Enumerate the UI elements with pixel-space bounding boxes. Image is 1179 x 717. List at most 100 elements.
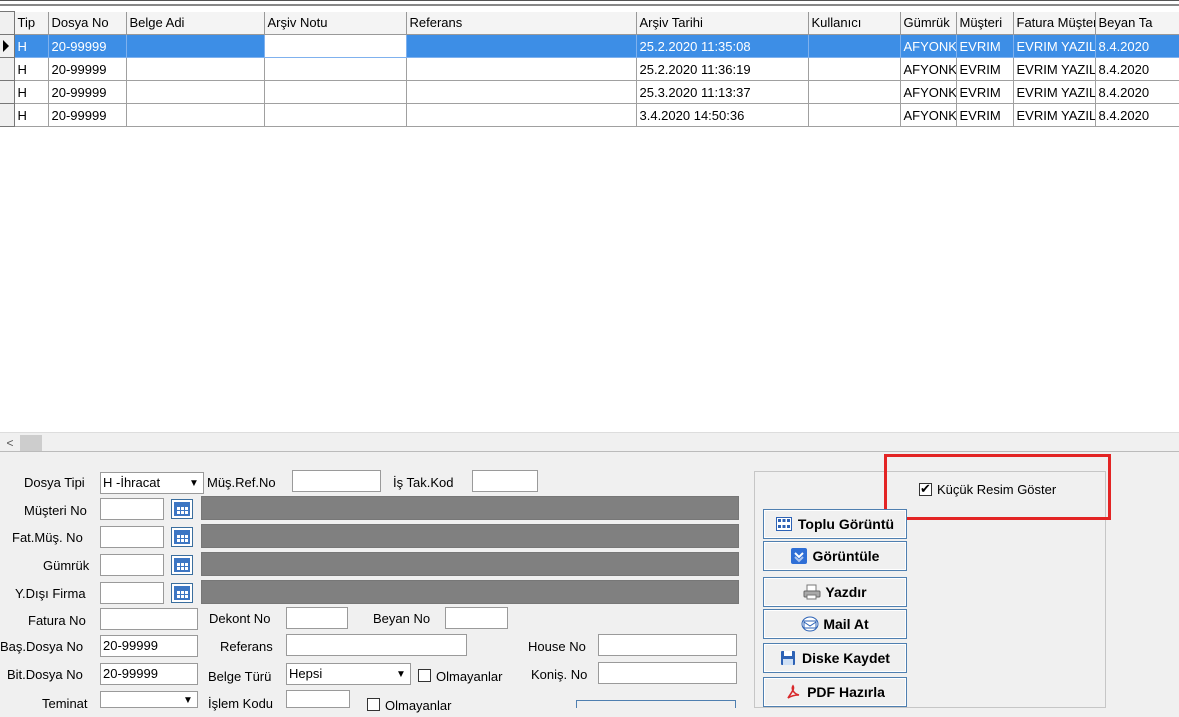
cell-arsiv-tarihi[interactable]: 25.2.2020 11:35:08 [635, 34, 809, 58]
column-header-arsiv-tarihi[interactable]: Arşiv Tarihi [635, 11, 809, 35]
goruntule-button[interactable]: Görüntüle [763, 541, 907, 571]
cell-dosya-no[interactable]: 20-99999 [47, 103, 127, 127]
column-header-musteri[interactable]: Müşteri [955, 11, 1014, 35]
grid-horizontal-scrollbar[interactable]: < [0, 432, 1179, 452]
column-header-dosya-no[interactable]: Dosya No [47, 11, 127, 35]
column-header-referans[interactable]: Referans [405, 11, 637, 35]
musteri-no-input[interactable] [100, 498, 164, 520]
archive-grid[interactable]: Tip Dosya No Belge Adi Arşiv Notu Refera… [0, 0, 1179, 432]
table-row[interactable]: H 20-99999 25.2.2020 11:35:08 AFYONK EVR… [0, 34, 1179, 58]
beyan-no-input[interactable] [445, 607, 508, 629]
scroll-left-arrow-icon[interactable]: < [2, 435, 18, 451]
pdf-hazirla-button[interactable]: PDF Hazırla [763, 677, 907, 707]
cell-arsiv-tarihi[interactable]: 3.4.2020 14:50:36 [635, 103, 809, 127]
yazdir-button[interactable]: Yazdır [763, 577, 907, 607]
mail-at-button[interactable]: Mail At [763, 609, 907, 639]
cell-musteri[interactable]: EVRIM [955, 103, 1014, 127]
chevron-down-icon [790, 545, 807, 564]
is-tak-kod-input[interactable] [472, 470, 538, 492]
cell-arsiv-notu[interactable] [263, 34, 407, 58]
cell-belge-adi[interactable] [125, 80, 265, 104]
cell-fatura-musteri[interactable]: EVRIM YAZIL [1012, 34, 1096, 58]
cell-arsiv-notu[interactable] [263, 80, 407, 104]
column-header-belge-adi[interactable]: Belge Adi [125, 11, 265, 35]
cell-belge-adi[interactable] [125, 34, 265, 58]
cell-arsiv-tarihi[interactable]: 25.3.2020 11:13:37 [635, 80, 809, 104]
cell-referans[interactable] [405, 34, 637, 58]
column-header-fatura-musteri[interactable]: Fatura Müşteri [1012, 11, 1096, 35]
cell-tip[interactable]: H [13, 57, 49, 81]
cell-arsiv-tarihi[interactable]: 25.2.2020 11:36:19 [635, 57, 809, 81]
cell-beyan-tarihi[interactable]: 8.4.2020 [1094, 34, 1179, 58]
cell-referans[interactable] [405, 103, 637, 127]
cell-gumruk[interactable]: AFYONK [899, 103, 957, 127]
table-row[interactable]: H 20-99999 25.2.2020 11:36:19 AFYONK EVR… [0, 57, 1179, 81]
cell-beyan-tarihi[interactable]: 8.4.2020 [1094, 57, 1179, 81]
mus-ref-no-label: Müş.Ref.No [207, 475, 276, 490]
olmayanlar-checkbox[interactable] [418, 669, 431, 682]
cell-referans[interactable] [405, 80, 637, 104]
cell-arsiv-notu[interactable] [263, 103, 407, 127]
cell-beyan-tarihi[interactable]: 8.4.2020 [1094, 103, 1179, 127]
mail-at-label: Mail At [823, 616, 869, 632]
cell-kullanici[interactable] [807, 80, 901, 104]
cell-kullanici[interactable] [807, 34, 901, 58]
mus-ref-no-input[interactable] [292, 470, 381, 492]
column-header-tip[interactable]: Tip [13, 11, 49, 35]
y-disi-firma-input[interactable] [100, 582, 164, 604]
cell-tip[interactable]: H [13, 34, 49, 58]
dekont-no-input[interactable] [286, 607, 348, 629]
cell-dosya-no[interactable]: 20-99999 [47, 57, 127, 81]
house-no-input[interactable] [598, 634, 737, 656]
table-row[interactable]: H 20-99999 3.4.2020 14:50:36 AFYONK EVRI… [0, 103, 1179, 127]
dosya-tipi-select[interactable]: H -İhracat ▼ [100, 472, 204, 494]
cell-referans[interactable] [405, 57, 637, 81]
teminat-select[interactable]: ▼ [100, 691, 198, 708]
olmayanlar-2-checkbox[interactable] [367, 698, 380, 711]
konis-no-input[interactable] [598, 662, 737, 684]
column-header-beyan-tarihi[interactable]: Beyan Ta [1094, 11, 1179, 35]
cell-fatura-musteri[interactable]: EVRIM YAZIL [1012, 80, 1096, 104]
scrollbar-thumb[interactable] [20, 435, 42, 451]
highlight-annotation [884, 454, 1111, 520]
fatura-no-input[interactable] [100, 608, 198, 630]
column-header-arsiv-notu[interactable]: Arşiv Notu [263, 11, 407, 35]
bas-dosya-no-input[interactable]: 20-99999 [100, 635, 198, 657]
referans-input[interactable] [286, 634, 467, 656]
table-row[interactable]: H 20-99999 25.3.2020 11:13:37 AFYONK EVR… [0, 80, 1179, 104]
bit-dosya-no-input[interactable]: 20-99999 [100, 663, 198, 685]
cell-arsiv-notu[interactable] [263, 57, 407, 81]
fat-mus-no-input[interactable] [100, 526, 164, 548]
column-header-gumruk[interactable]: Gümrük [899, 11, 957, 35]
fatura-musteri-lookup-icon[interactable] [171, 527, 193, 547]
fat-mus-no-label: Fat.Müş. No [12, 530, 83, 545]
belge-turu-select[interactable]: Hepsi ▼ [286, 663, 411, 685]
cell-kullanici[interactable] [807, 103, 901, 127]
teminat-label: Teminat [42, 696, 88, 711]
cell-tip[interactable]: H [13, 80, 49, 104]
cell-tip[interactable]: H [13, 103, 49, 127]
toplu-goruntu-button[interactable]: Toplu Görüntü [763, 509, 907, 539]
diske-kaydet-button[interactable]: Diske Kaydet [763, 643, 907, 673]
y-disi-firma-lookup-icon[interactable] [171, 583, 193, 603]
cell-gumruk[interactable]: AFYONK [899, 34, 957, 58]
cell-beyan-tarihi[interactable]: 8.4.2020 [1094, 80, 1179, 104]
cell-fatura-musteri[interactable]: EVRIM YAZIL [1012, 57, 1096, 81]
gumruk-lookup-icon[interactable] [171, 555, 193, 575]
cell-dosya-no[interactable]: 20-99999 [47, 80, 127, 104]
cell-musteri[interactable]: EVRIM [955, 34, 1014, 58]
cell-musteri[interactable]: EVRIM [955, 57, 1014, 81]
cell-musteri[interactable]: EVRIM [955, 80, 1014, 104]
cell-belge-adi[interactable] [125, 103, 265, 127]
clipped-button[interactable] [576, 700, 736, 708]
column-header-kullanici[interactable]: Kullanıcı [807, 11, 901, 35]
cell-kullanici[interactable] [807, 57, 901, 81]
islem-kodu-input[interactable] [286, 690, 350, 708]
gumruk-input[interactable] [100, 554, 164, 576]
cell-gumruk[interactable]: AFYONK [899, 80, 957, 104]
cell-fatura-musteri[interactable]: EVRIM YAZIL [1012, 103, 1096, 127]
cell-belge-adi[interactable] [125, 57, 265, 81]
cell-gumruk[interactable]: AFYONK [899, 57, 957, 81]
musteri-lookup-icon[interactable] [171, 499, 193, 519]
cell-dosya-no[interactable]: 20-99999 [47, 34, 127, 58]
